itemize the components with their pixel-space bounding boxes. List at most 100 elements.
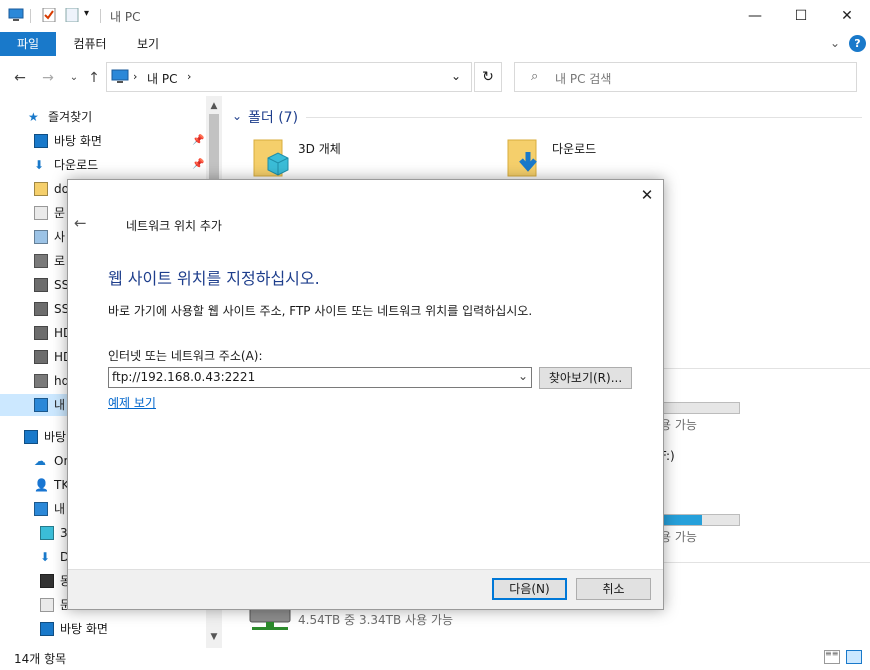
drive-icon (34, 302, 48, 316)
drive-free-space: 용 가능 (660, 530, 697, 544)
search-box[interactable]: ⌕ 내 PC 검색 (514, 62, 857, 92)
customize-toolbar-icon[interactable]: ▾ (84, 8, 89, 19)
search-icon: ⌕ (531, 69, 539, 84)
drive-usage-bar (660, 402, 740, 414)
cancel-button[interactable]: 취소 (576, 578, 651, 600)
refresh-button[interactable]: ↻ (474, 62, 502, 92)
maximize-button[interactable]: ☐ (778, 0, 824, 32)
address-combobox[interactable]: ftp://192.168.0.43:2221 ⌄ (108, 367, 532, 388)
picture-icon (34, 230, 48, 244)
window-title: 내 PC (110, 10, 141, 24)
breadcrumb-separator-icon: › (187, 70, 192, 83)
pc-icon (34, 502, 48, 516)
next-button[interactable]: 다음(N) (492, 578, 567, 600)
close-icon[interactable]: ✕ (634, 184, 660, 206)
breadcrumb-this-pc[interactable]: 내 PC (147, 70, 177, 87)
drive-free-space: 4.54TB 중 3.34TB 사용 가능 (298, 613, 454, 627)
ribbon-tabs: 파일 컴퓨터 보기 ⌄ ? (0, 32, 870, 56)
desktop-icon (40, 622, 54, 636)
sidebar-item-label: 사 (54, 230, 66, 244)
search-placeholder: 내 PC 검색 (555, 72, 612, 86)
status-bar: 14개 항목 ≡≡ (0, 646, 870, 670)
drive-icon (34, 278, 48, 292)
sidebar-item-label: 다운로드 (54, 158, 99, 172)
help-icon[interactable]: ? (849, 35, 866, 52)
tab-file[interactable]: 파일 (0, 32, 56, 56)
expand-ribbon-icon[interactable]: ⌄ (830, 36, 840, 50)
large-icons-view-icon[interactable] (846, 650, 862, 664)
pin-icon: 📌 (192, 135, 205, 146)
folder-icon (34, 182, 48, 196)
drive-free-space: 용 가능 (660, 418, 697, 432)
item-count: 14개 항목 (14, 652, 67, 666)
network-drive-icon (34, 254, 48, 268)
breadcrumb-separator-icon: › (133, 70, 138, 83)
back-icon[interactable]: ← (74, 214, 87, 232)
new-folder-icon[interactable] (64, 8, 80, 22)
pc-icon (34, 398, 48, 412)
document-icon (34, 206, 48, 220)
dialog-description: 바로 가기에 사용할 웹 사이트 주소, FTP 사이트 또는 네트워크 위치를… (108, 304, 533, 318)
desktop-icon (24, 430, 38, 444)
scroll-down-icon[interactable]: ▼ (207, 630, 221, 644)
details-view-icon[interactable]: ≡≡ (824, 650, 840, 664)
folders-group-header[interactable]: 폴더 (7) (248, 107, 298, 127)
tab-view[interactable]: 보기 (124, 32, 172, 56)
forward-icon[interactable]: → (38, 68, 58, 88)
drive-icon (34, 350, 48, 364)
address-bar[interactable]: › 내 PC › ⌄ (106, 62, 472, 92)
document-icon (40, 598, 54, 612)
browse-button[interactable]: 찾아보기(R)... (539, 367, 632, 389)
cube-icon (40, 526, 54, 540)
dialog-title: 네트워크 위치 추가 (126, 219, 222, 233)
minimize-button[interactable]: — (732, 0, 778, 32)
download-icon: ⬇ (34, 158, 45, 172)
desktop-icon (34, 134, 48, 148)
sidebar-item[interactable]: ⬇ 다운로드 📌 (0, 154, 206, 176)
pc-icon (8, 8, 24, 21)
sidebar-item[interactable]: 바탕 화면 (0, 618, 206, 640)
back-icon[interactable]: ← (10, 68, 30, 88)
video-icon (40, 574, 54, 588)
close-button[interactable]: ✕ (824, 0, 870, 32)
tab-computer[interactable]: 컴퓨터 (60, 32, 120, 56)
download-folder-icon (507, 139, 537, 177)
dialog-heading: 웹 사이트 위치를 지정하십시오. (108, 269, 320, 288)
recent-locations-icon[interactable]: ⌄ (64, 68, 84, 88)
sidebar-item-label: 로 (54, 254, 66, 268)
drive-usage-bar (660, 514, 740, 526)
star-icon: ★ (28, 110, 39, 124)
sidebar-item-label: 바탕 화면 (54, 134, 102, 148)
scroll-up-icon[interactable]: ▲ (207, 99, 221, 113)
drive-icon (34, 326, 48, 340)
address-dropdown-icon[interactable]: ⌄ (451, 69, 461, 83)
address-field-label: 인터넷 또는 네트워크 주소(A): (108, 349, 263, 363)
sidebar-item-label: 바탕 화면 (60, 622, 108, 636)
folder-label: 3D 개체 (298, 142, 341, 156)
cube-folder-icon (253, 139, 289, 177)
user-icon: 👤 (34, 478, 49, 492)
folder-label: 다운로드 (552, 142, 597, 156)
dialog-footer: 다음(N) 취소 (68, 569, 663, 609)
download-icon: ⬇ (40, 550, 51, 564)
sidebar-item-label: 내 (54, 502, 66, 516)
folders-group-chevron-icon[interactable]: ⌄ (232, 109, 242, 123)
chevron-down-icon[interactable]: ⌄ (518, 369, 528, 383)
examples-link[interactable]: 예제 보기 (108, 394, 156, 411)
sidebar-item-label: 내 (54, 398, 66, 412)
up-icon[interactable]: ↑ (84, 68, 104, 88)
title-bar: ▾ 내 PC — ☐ ✕ (0, 0, 870, 32)
sidebar-item[interactable]: 바탕 화면 📌 (0, 130, 206, 152)
sidebar-item-label: 즐겨찾기 (48, 110, 93, 124)
onedrive-icon: ☁ (34, 454, 46, 468)
network-drive-icon (34, 374, 48, 388)
add-network-location-dialog: ✕ ← 네트워크 위치 추가 웹 사이트 위치를 지정하십시오. 바로 가기에 … (67, 179, 664, 610)
navigation-bar: ← → ⌄ ↑ › 내 PC › ⌄ ↻ ⌕ 내 PC 검색 (0, 60, 870, 94)
sidebar-item-label: 바탕 (44, 430, 67, 444)
address-input[interactable]: ftp://192.168.0.43:2221 (112, 370, 255, 384)
properties-icon[interactable] (41, 8, 57, 22)
sidebar-item-label: 문 (54, 206, 66, 220)
sidebar-item[interactable]: ★ 즐겨찾기 (0, 106, 206, 128)
pc-icon (111, 69, 129, 83)
pin-icon: 📌 (192, 159, 205, 170)
